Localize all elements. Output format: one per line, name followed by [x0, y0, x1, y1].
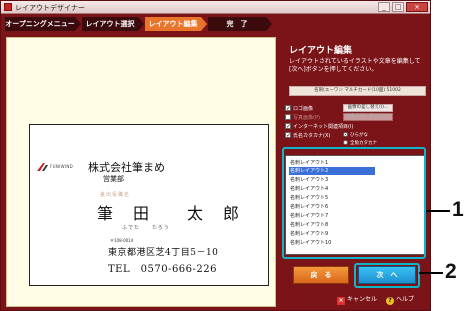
card-address[interactable]: 東京都港区芝4丁目5－10: [108, 245, 218, 258]
photo-image-checkbox[interactable]: [285, 114, 291, 120]
option-logo-image: ✓ ロゴ画像 画像の差し替え(I)...: [285, 104, 430, 113]
card-zip[interactable]: 〒108-0014: [110, 238, 133, 244]
next-button[interactable]: 次 へ: [358, 266, 416, 284]
logo-text: FUNIWIND: [50, 164, 74, 169]
company-logo-icon: [37, 163, 48, 171]
replace-photo-button: 画像の差し替え(O)...: [343, 113, 393, 121]
card-department[interactable]: 営業部: [103, 174, 124, 184]
replace-logo-button[interactable]: 画像の差し替え(I)...: [343, 104, 393, 112]
app-window: レイアウトデザイナー _ □ × オープニングメニュー レイアウト選択 レイアウ…: [0, 0, 431, 311]
callout-1-line: [426, 210, 450, 212]
wizard-steps: オープニングメニュー レイアウト選択 レイアウト編集 完 了: [5, 17, 429, 33]
back-button[interactable]: 戻 る: [293, 266, 349, 284]
cancel-link[interactable]: × キャンセル: [337, 294, 377, 305]
help-link[interactable]: ? ヘルプ: [386, 294, 414, 305]
window-title: レイアウトデザイナー: [15, 4, 85, 12]
callout-2-line: [419, 272, 443, 274]
callout-2-label: 2: [445, 260, 457, 283]
step-layout-select: レイアウト選択: [82, 17, 144, 31]
internet-items-checkbox[interactable]: ✓: [285, 123, 291, 130]
help-icon: ?: [386, 297, 394, 305]
close-button[interactable]: ×: [406, 2, 428, 12]
title-bar: レイアウトデザイナー _ □ ×: [1, 1, 430, 14]
minimize-button[interactable]: _: [378, 2, 390, 12]
layout-list-highlight: [282, 147, 426, 259]
option-photo-image: 写真画像(P) 画像の差し替え(O)...: [285, 113, 430, 122]
option-internet-items: ✓ インターネット関連項目(I): [285, 123, 354, 130]
card-tel[interactable]: TEL 0570-666-226: [108, 260, 217, 275]
step-layout-edit: レイアウト編集: [145, 17, 207, 31]
maximize-button[interactable]: □: [392, 2, 404, 12]
step-opening-menu: オープニングメニュー: [5, 17, 81, 31]
card-name[interactable]: 筆 田 太 郎: [97, 200, 241, 224]
ruby-hiragana-radio[interactable]: [343, 132, 348, 137]
name-katakana-checkbox[interactable]: ✓: [285, 132, 291, 139]
card-title-placeholder[interactable]: 差出役職名: [100, 191, 130, 198]
card-stock-name: 名刺(エーワン マルチカード(10面) 51002: [289, 86, 426, 96]
business-card-preview[interactable]: FUNIWIND 株式会社筆まめ 営業部 差出役職名 筆 田 太 郎 ふでた た…: [29, 124, 269, 286]
callout-1-label: 1: [452, 198, 464, 221]
card-name-ruby[interactable]: ふでた たろう: [122, 224, 170, 231]
panel-title: レイアウト編集: [289, 46, 353, 56]
card-preview-area: FUNIWIND 株式会社筆まめ 営業部 差出役職名 筆 田 太 郎 ふでた た…: [6, 37, 276, 307]
option-name-katakana: ✓ 氏名カタカナ(X) ひらがな: [285, 132, 368, 139]
app-icon: [4, 3, 12, 11]
ruby-katakana-radio[interactable]: [343, 140, 348, 145]
step-complete: 完 了: [208, 17, 272, 31]
cancel-icon: ×: [337, 297, 345, 305]
logo-image-checkbox[interactable]: ✓: [285, 105, 291, 112]
panel-description: レイアウトされているイラストや文章を編集して[次へ]ボタンを押してください。: [289, 58, 421, 73]
card-company[interactable]: 株式会社筆まめ: [88, 159, 165, 175]
